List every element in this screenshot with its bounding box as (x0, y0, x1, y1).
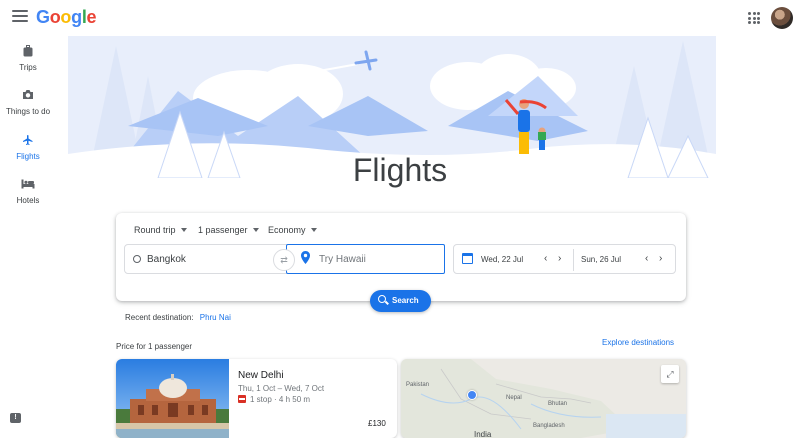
airplane-icon (0, 134, 56, 148)
apps-grid-icon[interactable] (748, 12, 760, 24)
sidebar-item-things-to-do[interactable]: Things to do (0, 89, 56, 116)
expand-map-button[interactable]: ⤢ (661, 365, 679, 383)
destinations-map[interactable]: Pakistan Nepal Bhutan Bangladesh India ⤢ (401, 359, 686, 438)
trip-dates: Thu, 1 Oct – Wed, 7 Oct (238, 384, 325, 393)
top-app-bar: Google (0, 0, 800, 36)
cabin-class-select[interactable]: Economy (268, 225, 317, 235)
stops-duration: 1 stop · 4 h 50 m (250, 395, 311, 404)
origin-circle-icon (133, 255, 141, 263)
map-label-india: India (474, 430, 492, 438)
origin-value: Bangkok (147, 254, 186, 265)
camera-icon (0, 89, 56, 103)
suitcase-icon (0, 45, 56, 59)
destination-placeholder: Try Hawaii (319, 254, 366, 265)
caret-down-icon (252, 228, 259, 232)
page-title: Flights (352, 152, 448, 188)
recent-destination-label: Recent destination: (125, 313, 194, 322)
sidebar-item-label: Things to do (5, 107, 51, 116)
sidebar-item-trips[interactable]: Trips (0, 45, 56, 72)
price-passenger-label: Price for 1 passenger (116, 342, 193, 351)
destination-city: New Delhi (238, 370, 284, 381)
location-pin-icon (301, 251, 310, 267)
recent-destination-link[interactable]: Phru Nai (200, 313, 231, 322)
airline-logo-icon (238, 395, 246, 403)
calendar-icon (462, 253, 473, 264)
destination-card-new-delhi[interactable]: New Delhi Thu, 1 Oct – Wed, 7 Oct 1 stop… (116, 359, 397, 438)
trip-price: £130 (368, 419, 386, 428)
trip-type-label: Round trip (134, 225, 176, 235)
hamburger-menu-icon[interactable] (12, 10, 28, 24)
map-location-marker[interactable] (467, 390, 477, 400)
swap-arrows-icon: ⇄ (280, 255, 288, 265)
search-button-label: Search (392, 296, 419, 305)
logo-letter: o (60, 7, 72, 27)
map-label-bangladesh: Bangladesh (533, 423, 565, 429)
search-icon (378, 295, 386, 303)
trip-type-select[interactable]: Round trip (134, 225, 187, 235)
prev-departure-date-button[interactable]: ‹ (544, 253, 547, 265)
explore-destinations-link[interactable]: Explore destinations (602, 338, 674, 347)
origin-input[interactable]: Bangkok (124, 244, 288, 274)
divider (573, 249, 574, 271)
feedback-icon[interactable]: ! (10, 413, 21, 423)
logo-letter: g (71, 7, 82, 27)
return-date: Sun, 26 Jul (581, 255, 622, 264)
passengers-select[interactable]: 1 passenger (198, 225, 259, 235)
map-label-bhutan: Bhutan (548, 401, 568, 407)
cabin-class-label: Economy (268, 225, 306, 235)
date-range-picker[interactable]: Wed, 22 Jul ‹ › Sun, 26 Jul ‹ › (453, 244, 676, 274)
google-logo[interactable]: Google (36, 7, 97, 28)
passengers-label: 1 passenger (198, 225, 248, 235)
recent-destination: Recent destination: Phru Nai (125, 313, 231, 322)
destination-input[interactable]: Try Hawaii (286, 244, 445, 274)
avatar[interactable] (771, 7, 793, 29)
expand-icon: ⤢ (666, 369, 674, 379)
caret-down-icon (310, 228, 317, 232)
humayun-tomb-photo (116, 359, 229, 438)
search-button[interactable]: Search (370, 290, 431, 312)
map-label-nepal: Nepal (506, 395, 522, 401)
logo-letter: e (86, 7, 97, 27)
logo-letter: o (49, 7, 61, 27)
departure-date: Wed, 22 Jul (481, 255, 524, 264)
caret-down-icon (180, 228, 187, 232)
logo-letter: G (36, 7, 50, 27)
sidebar-item-label: Hotels (16, 196, 40, 205)
map-label-pakistan: Pakistan (406, 382, 430, 388)
next-return-date-button[interactable]: › (659, 253, 662, 265)
next-departure-date-button[interactable]: › (558, 253, 561, 265)
flight-search-card: Round trip 1 passenger Economy Bangkok ⇄… (116, 213, 686, 301)
sidebar-item-label: Trips (19, 63, 37, 72)
prev-return-date-button[interactable]: ‹ (645, 253, 648, 265)
swap-locations-button[interactable]: ⇄ (273, 249, 295, 271)
